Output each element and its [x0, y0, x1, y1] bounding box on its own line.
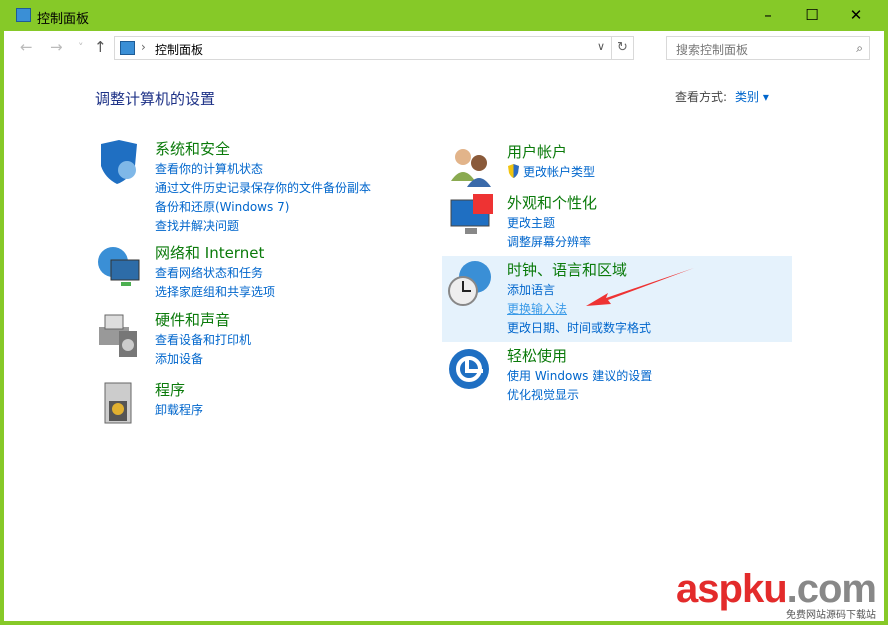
control-panel-window: 控制面板 – ☐ ✕ ← → ˅ ↑ › 控制面板 ∨ ↻ 搜索控制面板 ⌕ 调… — [4, 0, 884, 621]
watermark-logo: aspku.com 免费网站源码下载站 — [676, 567, 876, 621]
annotation-arrow — [8, 0, 888, 404]
